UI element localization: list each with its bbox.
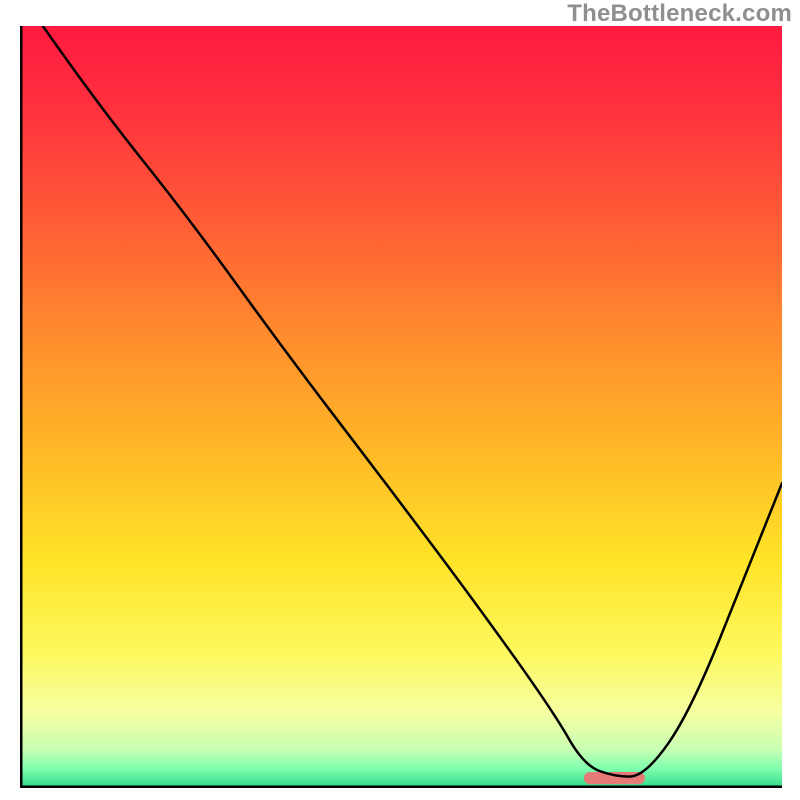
optimal-marker [584, 772, 645, 784]
watermark-text: TheBottleneck.com [567, 0, 792, 28]
gradient-background [20, 26, 782, 788]
bottleneck-chart [20, 26, 782, 788]
chart-area [20, 26, 782, 788]
